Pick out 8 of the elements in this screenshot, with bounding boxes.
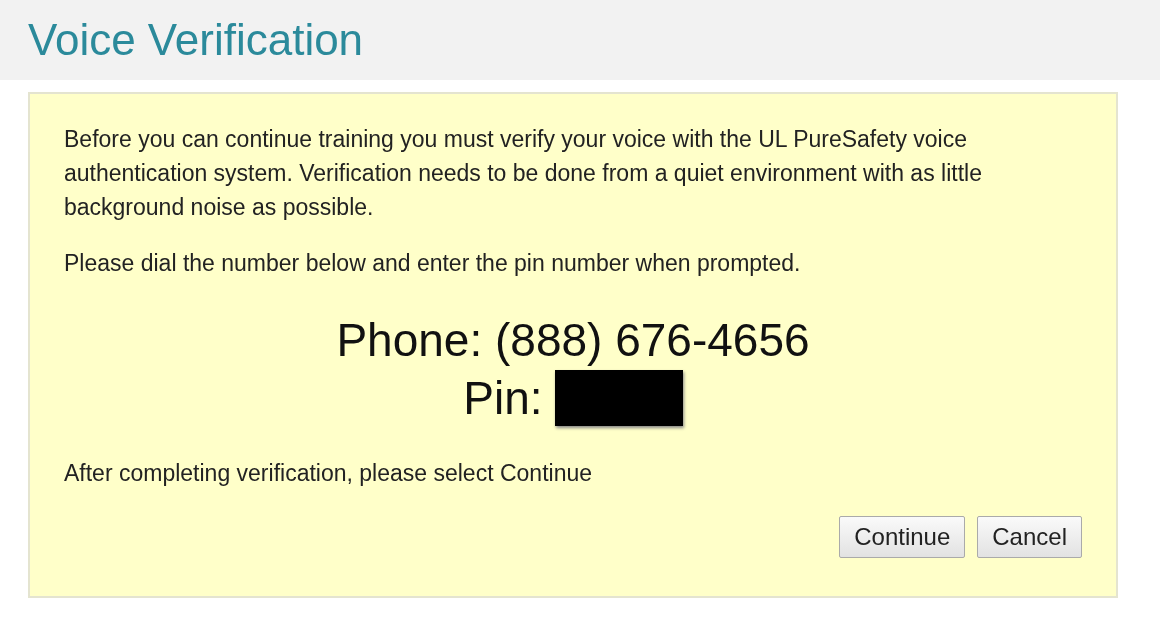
pin-label: Pin:: [463, 372, 543, 424]
page-title: Voice Verification: [28, 15, 364, 65]
intro-text: Before you can continue training you must verify your voice with the UL PureSafety voice authentication system. Verification needs to be done from a quiet environment with as little background noise as possible.: [64, 125, 983, 222]
cancel-button[interactable]: Cancel: [977, 516, 1082, 558]
instruction-text: Please dial the number below and enter the pin number when prompted.: [64, 249, 802, 278]
continue-button[interactable]: Continue: [839, 516, 966, 558]
after-text: After completing verification, please select Continue: [64, 459, 593, 488]
phone-number: Phone: (888) 676-4656: [336, 314, 810, 366]
